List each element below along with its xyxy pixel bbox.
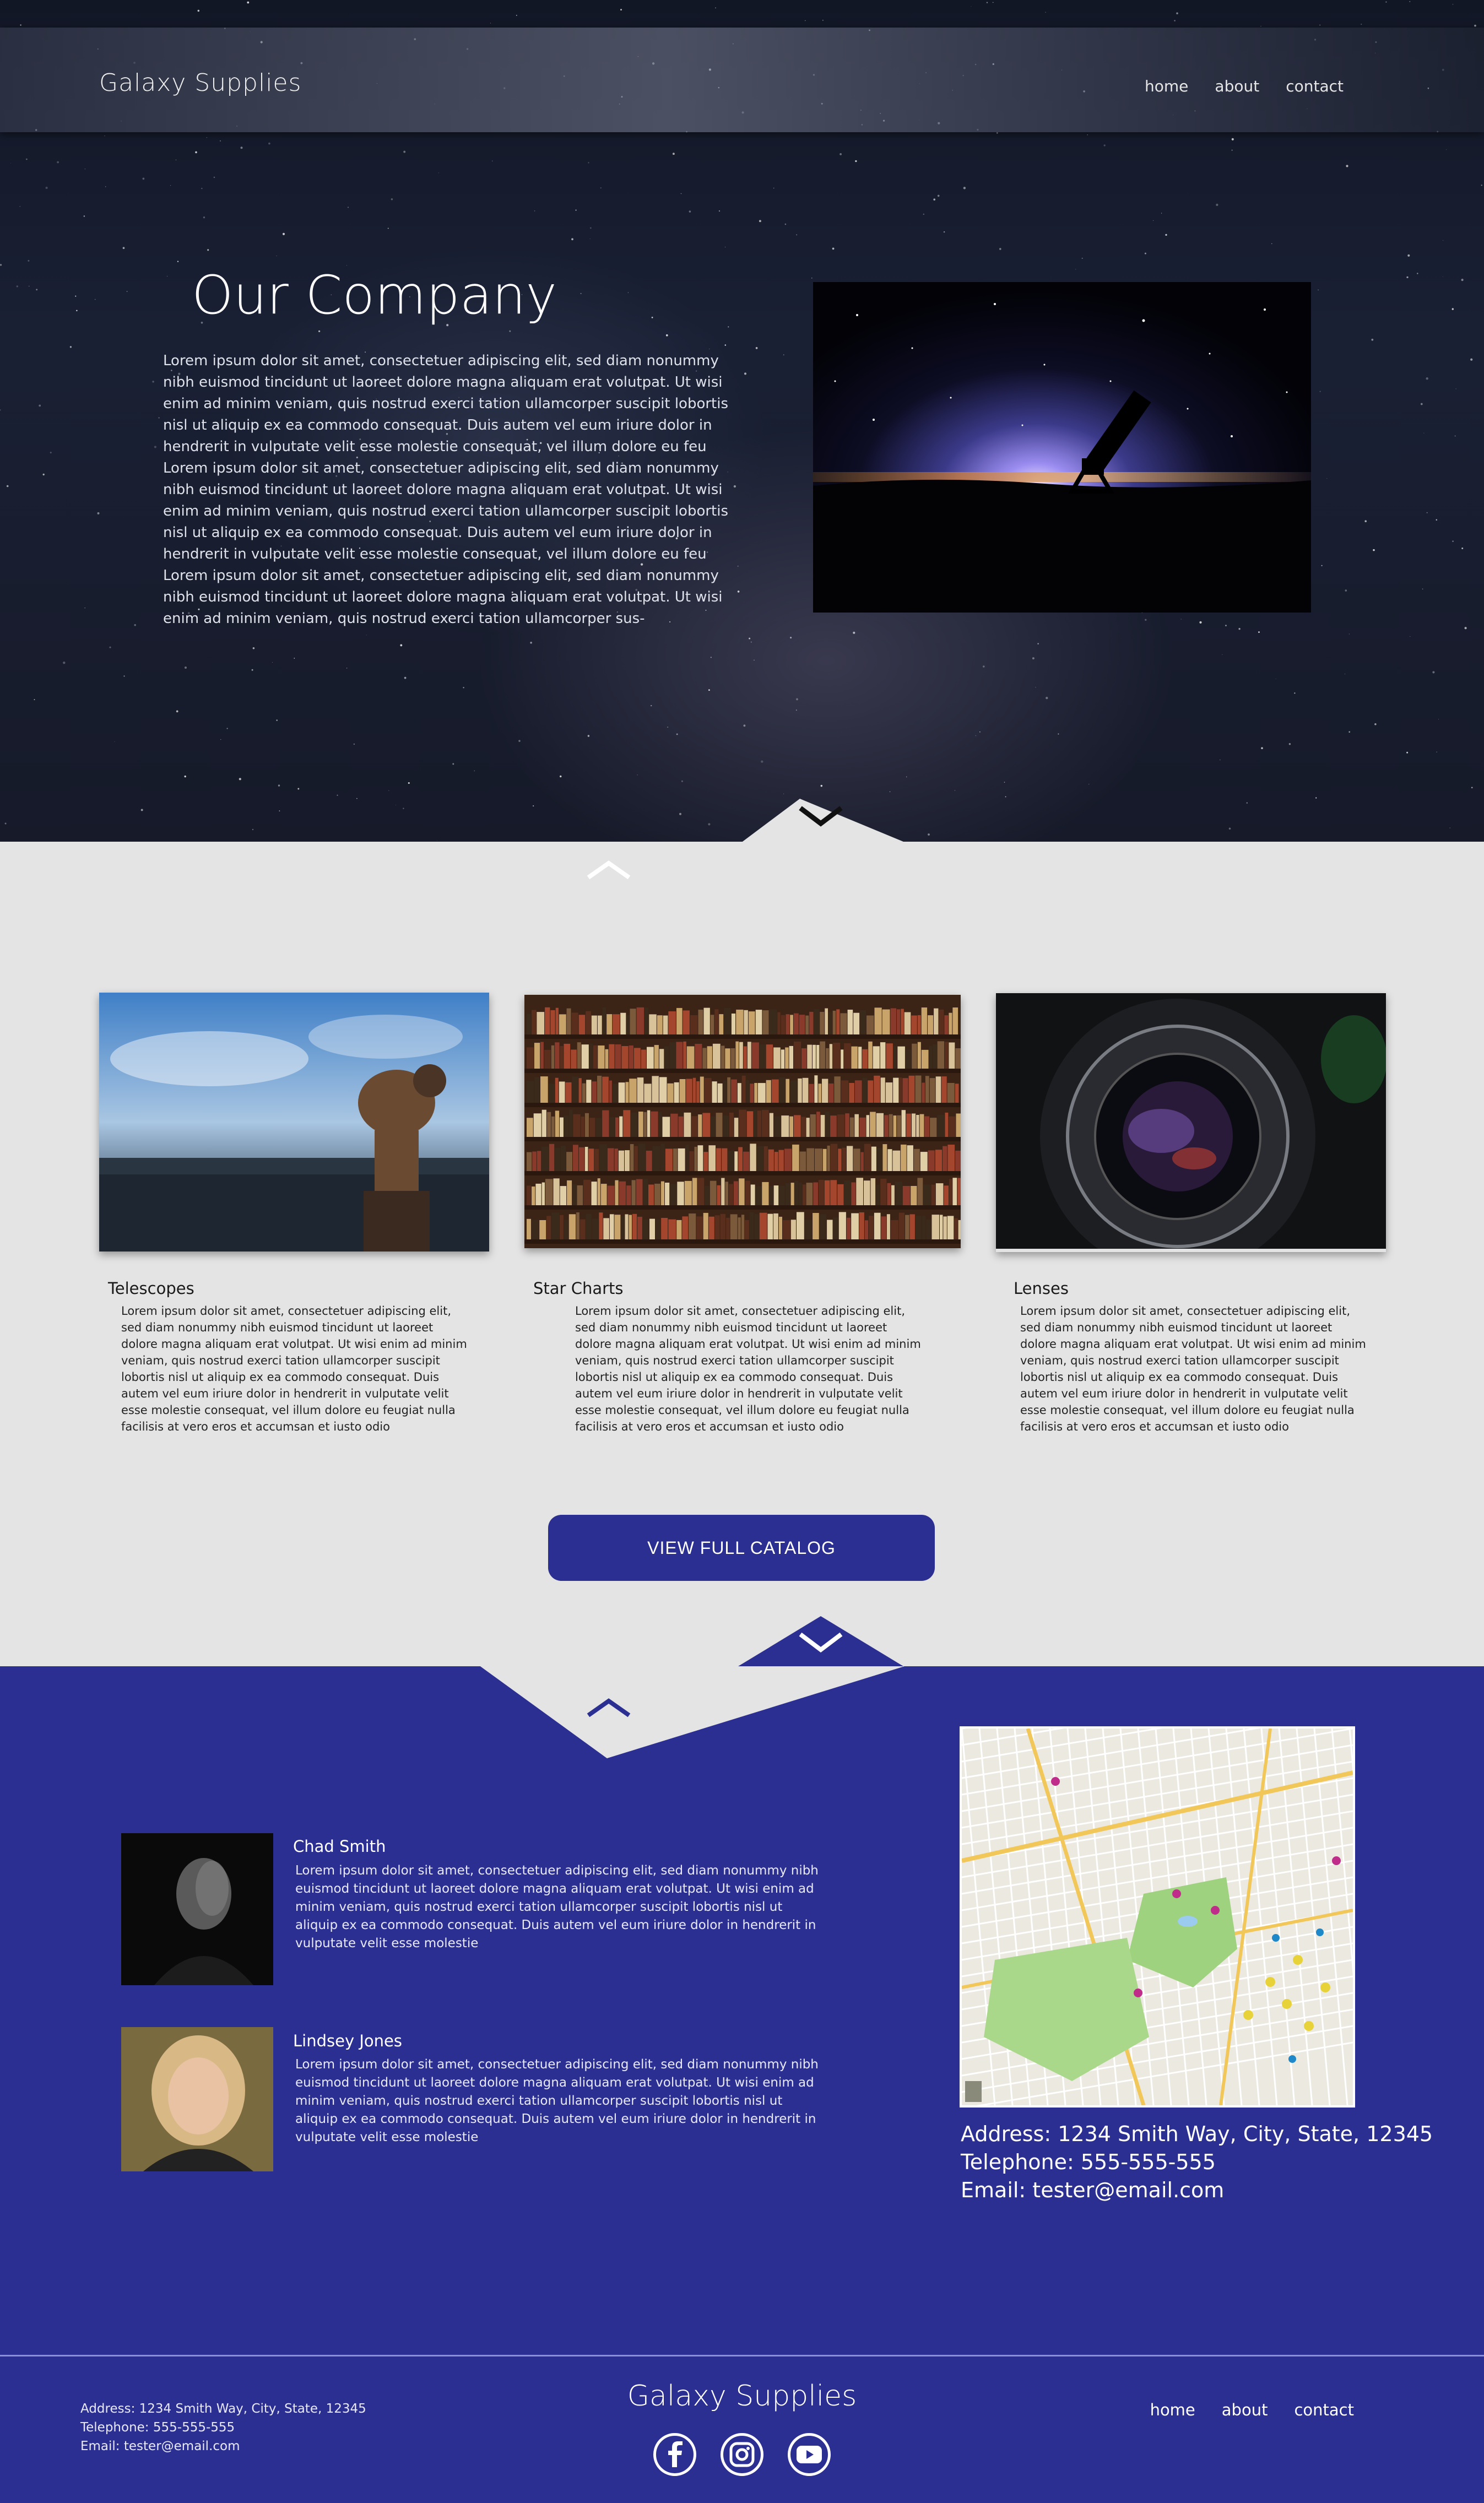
instagram-glyph: [729, 2442, 755, 2467]
telescopes-photo: [99, 993, 489, 1252]
product-text-star-charts: Lorem ipsum dolor sit amet, consectetuer…: [575, 1304, 921, 1433]
avatar-chad-smith: [121, 1833, 273, 1985]
portrait-man-image: [121, 1833, 273, 1985]
nav-home-link[interactable]: home: [1145, 77, 1188, 95]
team-bio-lindsey-jones: Lorem ipsum dolor sit amet, consectetuer…: [295, 2057, 819, 2144]
chevron-up-icon[interactable]: [584, 857, 633, 884]
street-map-image: [962, 1729, 1353, 2105]
contact-address: Address: 1234 Smith Way, City, State, 12…: [961, 2122, 1433, 2146]
coin-telescope-image: [99, 993, 489, 1252]
chevron-down-icon[interactable]: [796, 1628, 846, 1655]
facebook-glyph: [668, 2441, 683, 2467]
product-title-telescopes[interactable]: Telescopes: [108, 1279, 194, 1298]
product-title-star-charts[interactable]: Star Charts: [533, 1279, 624, 1298]
nav-contact-link[interactable]: contact: [1286, 77, 1344, 95]
footer-nav: home about contact: [1150, 2401, 1354, 2419]
product-text-telescopes: Lorem ipsum dolor sit amet, consectetuer…: [121, 1304, 467, 1433]
nav-about-link[interactable]: about: [1215, 77, 1259, 95]
hero-title: Our Company: [192, 264, 557, 326]
lenses-photo: [996, 993, 1386, 1252]
youtube-glyph: [797, 2446, 822, 2463]
instagram-icon[interactable]: [721, 2433, 763, 2476]
footer-about-link[interactable]: about: [1222, 2401, 1268, 2419]
product-title-lenses[interactable]: Lenses: [1014, 1279, 1069, 1298]
view-full-catalog-button[interactable]: VIEW FULL CATALOG: [548, 1515, 935, 1581]
footer-telephone: Telephone: 555-555-555: [80, 2420, 235, 2435]
team-name-lindsey-jones: Lindsey Jones: [293, 2031, 402, 2050]
avatar-lindsey-jones: [121, 2027, 273, 2171]
team-name-chad-smith: Chad Smith: [293, 1837, 386, 1856]
chevron-up-icon[interactable]: [584, 1694, 633, 1722]
footer-email[interactable]: Email: tester@email.com: [80, 2439, 240, 2453]
footer-contact-link[interactable]: contact: [1294, 2401, 1354, 2419]
contact-telephone: Telephone: 555-555-555: [961, 2150, 1216, 2174]
camera-lens-image: [996, 993, 1386, 1252]
hero-paragraph: Lorem ipsum dolor sit amet, consectetuer…: [163, 353, 729, 627]
product-text-lenses: Lorem ipsum dolor sit amet, consectetuer…: [1020, 1304, 1366, 1433]
brand-logo[interactable]: Galaxy Supplies: [99, 69, 301, 97]
contact-email[interactable]: Email: tester@email.com: [961, 2178, 1224, 2202]
youtube-icon[interactable]: [788, 2433, 831, 2476]
facebook-icon[interactable]: [653, 2433, 696, 2476]
hero-section-divider: [0, 799, 1484, 958]
team-bio-chad-smith: Lorem ipsum dolor sit amet, consectetuer…: [295, 1863, 819, 1951]
star-charts-photo: [524, 995, 961, 1248]
top-nav: home about contact: [1145, 77, 1344, 95]
bookshelf-image: [524, 995, 961, 1248]
portrait-woman-image: [121, 2027, 273, 2171]
telescope-silhouette-photo: [813, 282, 1311, 613]
telescope-silhouette-image: [813, 282, 1311, 613]
chevron-down-icon[interactable]: [796, 801, 846, 829]
footer-home-link[interactable]: home: [1150, 2401, 1195, 2419]
location-map[interactable]: [960, 1726, 1355, 2107]
